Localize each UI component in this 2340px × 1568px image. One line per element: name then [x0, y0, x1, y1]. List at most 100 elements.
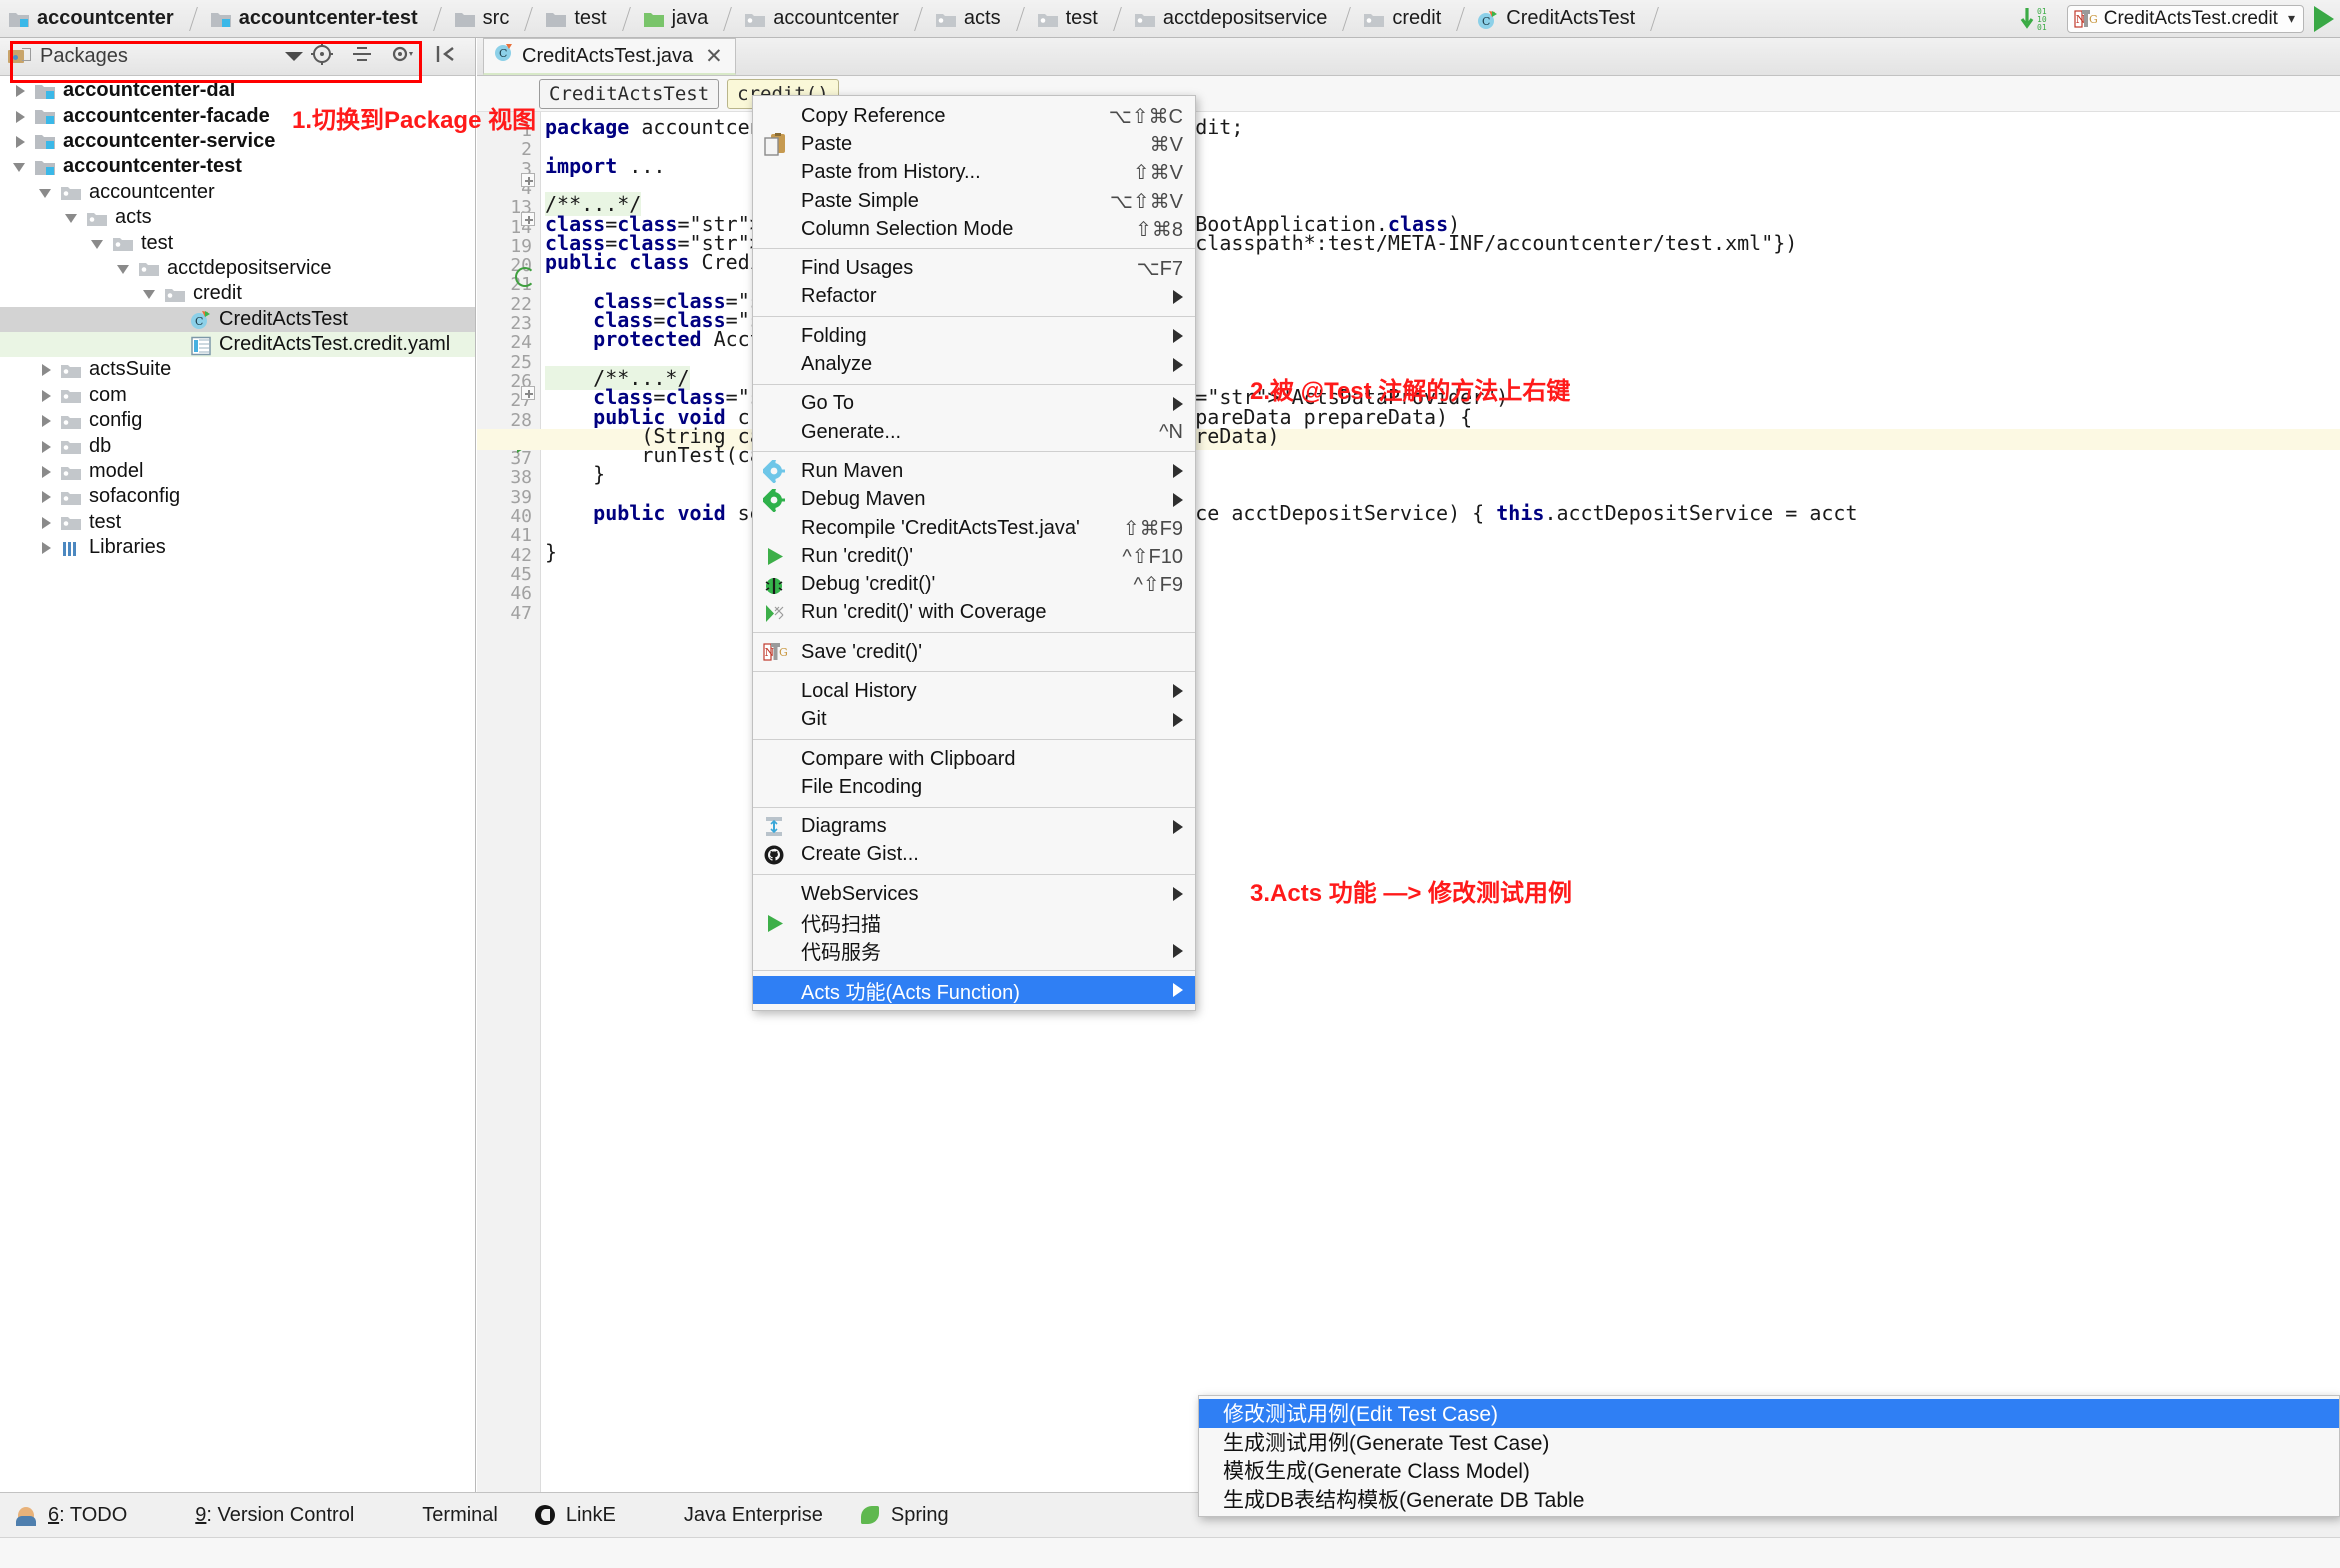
- tree-node-creditactstest[interactable]: C CreditActsTest: [0, 306, 475, 332]
- tree-twisty-collapsed[interactable]: [8, 78, 34, 103]
- tree-node-acctdepositservice[interactable]: acctdepositservice: [0, 256, 475, 281]
- breadcrumb-item-credit[interactable]: credit: [1355, 0, 1469, 38]
- status-item-spring[interactable]: Spring: [857, 1503, 949, 1527]
- menu-item-find-usages[interactable]: Find Usages ⌥F7: [753, 254, 1195, 282]
- menu-item-debug-credit[interactable]: Debug 'credit()' ^⇧F9: [753, 570, 1195, 598]
- run-button[interactable]: [2314, 5, 2334, 32]
- chevron-down-icon[interactable]: ▾: [2288, 10, 2295, 27]
- submenu-item-generate-test-case[interactable]: 生成测试用例(Generate Test Case): [1199, 1428, 2339, 1457]
- breadcrumb-item-test[interactable]: test: [537, 0, 634, 38]
- menu-item-generate[interactable]: Generate... ^N: [753, 418, 1195, 446]
- menu-item-analyze[interactable]: Analyze: [753, 350, 1195, 378]
- run-class-gutter-icon[interactable]: [515, 267, 535, 287]
- project-view-selector[interactable]: Packages: [8, 45, 128, 68]
- acts-function-submenu[interactable]: 修改测试用例(Edit Test Case) 生成测试用例(Generate Te…: [1198, 1395, 2340, 1517]
- editor-gutter[interactable]: 1234131419202122232425262728363738394041…: [477, 112, 541, 1492]
- breadcrumb-item-test[interactable]: test: [1029, 0, 1126, 38]
- breadcrumb-item-acts[interactable]: acts: [927, 0, 1029, 38]
- breadcrumb-item-src[interactable]: src: [446, 0, 538, 38]
- tree-twisty-expanded[interactable]: [8, 154, 34, 179]
- menu-item-go-to[interactable]: Go To: [753, 390, 1195, 418]
- tree-node-config[interactable]: config: [0, 408, 475, 433]
- menu-item-diagrams[interactable]: Diagrams: [753, 813, 1195, 841]
- menu-item-paste[interactable]: Paste ⌘V: [753, 130, 1195, 158]
- tree-node-model[interactable]: model: [0, 459, 475, 484]
- breadcrumb-item-accountcenter[interactable]: accountcenter: [0, 0, 202, 38]
- tab-CreditActsTest-java[interactable]: C CreditActsTest.java ✕: [483, 38, 736, 75]
- hide-panel-icon[interactable]: [435, 43, 457, 70]
- project-tree[interactable]: accountcenter-dal accountcenter-facade acc…: [0, 76, 475, 560]
- tree-node-acts[interactable]: acts: [0, 205, 475, 230]
- tree-node-com[interactable]: com: [0, 383, 475, 408]
- run-configuration-selector[interactable]: N G CreditActsTest.credit ▾: [2066, 4, 2304, 33]
- tree-twisty-expanded[interactable]: [34, 180, 60, 205]
- menu-item-debug-maven[interactable]: Debug Maven: [753, 486, 1195, 514]
- status-item-6-todo[interactable]: 6: TODO: [14, 1503, 127, 1527]
- menu-item-folding[interactable]: Folding: [753, 322, 1195, 350]
- menu-item-paste-from-history[interactable]: Paste from History... ⇧⌘V: [753, 159, 1195, 187]
- tree-node-accountcenter[interactable]: accountcenter: [0, 180, 475, 205]
- tree-node-sofaconfig[interactable]: sofaconfig: [0, 484, 475, 509]
- tree-twisty-collapsed[interactable]: [8, 129, 34, 154]
- breadcrumb-item-java[interactable]: java: [635, 0, 737, 38]
- tree-twisty-collapsed[interactable]: [8, 104, 34, 129]
- tree-twisty-collapsed[interactable]: [34, 408, 60, 433]
- tree-twisty-collapsed[interactable]: [34, 357, 60, 382]
- tree-twisty-expanded[interactable]: [86, 231, 112, 256]
- menu-item-save-credit[interactable]: N G Save 'credit()': [753, 638, 1195, 666]
- breadcrumb-item-acctdepositservice[interactable]: acctdepositservice: [1126, 0, 1356, 38]
- menu-item-run-credit-with-coverage[interactable]: Run 'credit()' with Coverage: [753, 599, 1195, 627]
- menu-item-[interactable]: 代码扫描: [753, 908, 1195, 936]
- menu-item-git[interactable]: Git: [753, 706, 1195, 734]
- project-view-header[interactable]: Packages: [0, 38, 475, 76]
- tree-twisty-collapsed[interactable]: [34, 459, 60, 484]
- status-item-9-version-control[interactable]: 9: Version Control: [161, 1503, 354, 1527]
- download-updates-icon[interactable]: 01 10 01: [2017, 5, 2063, 33]
- menu-item-paste-simple[interactable]: Paste Simple ⌥⇧⌘V: [753, 187, 1195, 215]
- breadcrumb-item-creditactstest[interactable]: C CreditActsTest: [1469, 0, 1663, 38]
- menu-item-webservices[interactable]: WebServices: [753, 880, 1195, 908]
- tree-node-test[interactable]: test: [0, 510, 475, 535]
- submenu-item-generate-class-model[interactable]: 模板生成(Generate Class Model): [1199, 1456, 2339, 1485]
- editor-context-menu[interactable]: Copy Reference ⌥⇧⌘C Paste ⌘V Paste from Hist…: [752, 95, 1196, 1012]
- tree-twisty-collapsed[interactable]: [34, 484, 60, 509]
- menu-item-file-encoding[interactable]: File Encoding: [753, 773, 1195, 801]
- tree-twisty-expanded[interactable]: [60, 205, 86, 230]
- tree-twisty-collapsed[interactable]: [34, 383, 60, 408]
- status-item-linke[interactable]: LinkE: [532, 1503, 616, 1527]
- close-icon[interactable]: ✕: [705, 44, 723, 69]
- breadcrumb-item-accountcenter[interactable]: accountcenter: [736, 0, 927, 38]
- breadcrumb-class[interactable]: CreditActsTest: [539, 78, 720, 109]
- status-item-java-enterprise[interactable]: Java Enterprise: [650, 1503, 823, 1527]
- tree-twisty-collapsed[interactable]: [34, 510, 60, 535]
- fold-toggle-javadoc-class[interactable]: [521, 212, 535, 226]
- menu-item-copy-reference[interactable]: Copy Reference ⌥⇧⌘C: [753, 102, 1195, 130]
- tree-twisty-expanded[interactable]: [138, 281, 164, 306]
- tree-node-libraries[interactable]: Libraries: [0, 535, 475, 560]
- menu-item-create-gist[interactable]: Create Gist...: [753, 841, 1195, 869]
- tree-node-db[interactable]: db: [0, 433, 475, 458]
- menu-item-column-selection-mode[interactable]: Column Selection Mode ⇧⌘8: [753, 215, 1195, 243]
- expand-all-icon[interactable]: [351, 43, 373, 70]
- collapse-target-icon[interactable]: [311, 43, 333, 70]
- fold-toggle-import[interactable]: [521, 173, 535, 187]
- tree-node-creditactstest-credit-yaml[interactable]: CreditActsTest.credit.yaml: [0, 331, 475, 358]
- tree-twisty-expanded[interactable]: [112, 256, 138, 281]
- menu-item-acts-acts-function[interactable]: Acts 功能(Acts Function): [753, 976, 1195, 1005]
- gear-icon[interactable]: [391, 43, 417, 70]
- tree-twisty-collapsed[interactable]: [34, 434, 60, 459]
- tree-node-credit[interactable]: credit: [0, 281, 475, 306]
- breadcrumb-item-accountcenter-test[interactable]: accountcenter-test: [202, 0, 446, 38]
- tree-node-test[interactable]: test: [0, 230, 475, 255]
- menu-item-recompile-creditactstest-java[interactable]: Recompile 'CreditActsTest.java' ⇧⌘F9: [753, 514, 1195, 542]
- tree-node-actssuite[interactable]: actsSuite: [0, 357, 475, 382]
- submenu-item-edit-test-case[interactable]: 修改测试用例(Edit Test Case): [1199, 1399, 2339, 1428]
- menu-item-local-history[interactable]: Local History: [753, 677, 1195, 705]
- tree-node-accountcenter-test[interactable]: accountcenter-test: [0, 154, 475, 179]
- menu-item-run-maven[interactable]: Run Maven: [753, 457, 1195, 485]
- fold-toggle-javadoc-method[interactable]: [521, 386, 535, 400]
- menu-item-[interactable]: 代码服务: [753, 937, 1195, 965]
- menu-item-compare-with-clipboard[interactable]: Compare with Clipboard: [753, 745, 1195, 773]
- menu-item-refactor[interactable]: Refactor: [753, 283, 1195, 311]
- menu-item-run-credit[interactable]: Run 'credit()' ^⇧F10: [753, 542, 1195, 570]
